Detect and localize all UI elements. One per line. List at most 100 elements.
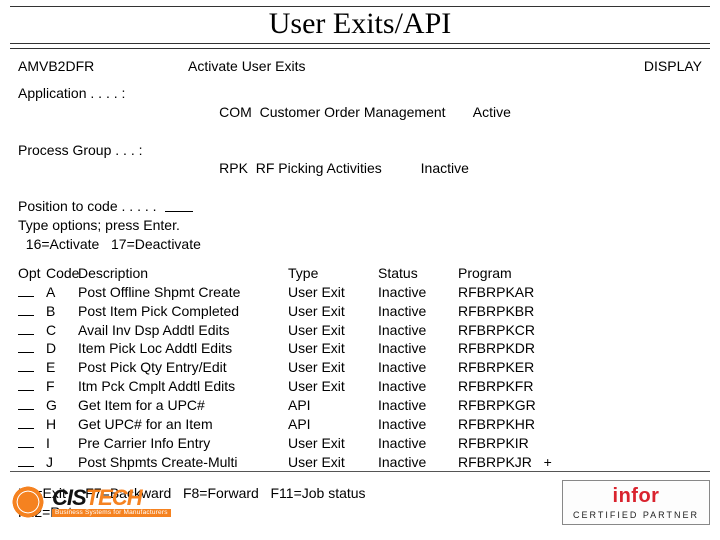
process-group-value: RPK RF Picking Activities Inactive xyxy=(188,141,469,198)
opt-cell xyxy=(18,453,46,472)
opt-input[interactable] xyxy=(18,284,34,297)
table-row: CAvail Inv Dsp Addtl EditsUser ExitInact… xyxy=(18,321,702,340)
instruction-line-2: 16=Activate 17=Deactivate xyxy=(18,235,702,254)
infor-subtitle: CERTIFIED PARTNER xyxy=(573,510,699,520)
type-cell: API xyxy=(288,415,378,434)
table-row: DItem Pick Loc Addtl EditsUser ExitInact… xyxy=(18,339,702,358)
opt-input[interactable] xyxy=(18,435,34,448)
status-cell: Inactive xyxy=(378,415,458,434)
context-block: Application . . . . : COM Customer Order… xyxy=(18,84,702,254)
program-cell: RFBRPKER xyxy=(458,358,588,377)
type-cell: User Exit xyxy=(288,434,378,453)
type-cell: User Exit xyxy=(288,377,378,396)
code-cell: E xyxy=(46,358,78,377)
opt-cell xyxy=(18,434,46,453)
type-cell: User Exit xyxy=(288,302,378,321)
table-row: EPost Pick Qty Entry/EditUser ExitInacti… xyxy=(18,358,702,377)
application-desc: Customer Order Management xyxy=(260,104,446,120)
col-code: Code xyxy=(46,264,78,283)
application-value: COM Customer Order Management Active xyxy=(188,84,511,141)
position-input[interactable] xyxy=(165,197,193,212)
screen-header: AMVB2DFR Activate User Exits DISPLAY xyxy=(18,57,702,76)
code-cell: D xyxy=(46,339,78,358)
application-status: Active xyxy=(473,104,511,120)
table-row: BPost Item Pick CompletedUser ExitInacti… xyxy=(18,302,702,321)
divider xyxy=(10,48,710,49)
screen-mode: DISPLAY xyxy=(612,57,702,76)
opt-input[interactable] xyxy=(18,359,34,372)
type-cell: User Exit xyxy=(288,453,378,472)
col-desc: Description xyxy=(78,264,288,283)
infor-logo: infor CERTIFIED PARTNER xyxy=(562,480,710,525)
program-cell: RFBRPKJR + xyxy=(458,453,588,472)
program-id: AMVB2DFR xyxy=(18,57,178,76)
infor-name: infor xyxy=(613,485,660,508)
opt-input[interactable] xyxy=(18,322,34,335)
cistech-name: CISTECH xyxy=(52,487,171,509)
code-cell: A xyxy=(46,283,78,302)
desc-cell: Post Pick Qty Entry/Edit xyxy=(78,358,288,377)
code-cell: C xyxy=(46,321,78,340)
program-cell: RFBRPKIR xyxy=(458,434,588,453)
status-cell: Inactive xyxy=(378,453,458,472)
opt-input[interactable] xyxy=(18,303,34,316)
desc-cell: Get Item for a UPC# xyxy=(78,396,288,415)
opt-input[interactable] xyxy=(18,454,34,467)
process-group-code: RPK xyxy=(219,160,248,176)
col-type: Type xyxy=(288,264,378,283)
opt-cell xyxy=(18,283,46,302)
col-status: Status xyxy=(378,264,458,283)
desc-cell: Pre Carrier Info Entry xyxy=(78,434,288,453)
status-cell: Inactive xyxy=(378,321,458,340)
type-cell: User Exit xyxy=(288,283,378,302)
status-cell: Inactive xyxy=(378,358,458,377)
col-opt: Opt xyxy=(18,264,46,283)
opt-cell xyxy=(18,321,46,340)
code-cell: J xyxy=(46,453,78,472)
cistech-tagline: Business Systems for Manufacturers xyxy=(52,509,171,518)
opt-input[interactable] xyxy=(18,378,34,391)
opt-cell xyxy=(18,339,46,358)
position-label: Position to code . . . . . xyxy=(18,197,157,216)
table-row: JPost Shpmts Create-MultiUser ExitInacti… xyxy=(18,453,702,472)
slide-title: User Exits/API xyxy=(269,7,452,40)
status-cell: Inactive xyxy=(378,377,458,396)
code-cell: G xyxy=(46,396,78,415)
opt-cell xyxy=(18,396,46,415)
opt-input[interactable] xyxy=(18,397,34,410)
type-cell: User Exit xyxy=(288,358,378,377)
table-row: IPre Carrier Info EntryUser ExitInactive… xyxy=(18,434,702,453)
process-group-label: Process Group . . . : xyxy=(18,141,188,198)
screen-title: Activate User Exits xyxy=(178,57,612,76)
cistech-burst-icon xyxy=(10,484,46,520)
status-cell: Inactive xyxy=(378,396,458,415)
instructions: Type options; press Enter. 16=Activate 1… xyxy=(18,216,702,254)
opt-cell xyxy=(18,377,46,396)
code-cell: H xyxy=(46,415,78,434)
list-body: APost Offline Shpmt CreateUser ExitInact… xyxy=(18,283,702,472)
desc-cell: Post Offline Shpmt Create xyxy=(78,283,288,302)
status-cell: Inactive xyxy=(378,302,458,321)
code-cell: I xyxy=(46,434,78,453)
application-code: COM xyxy=(219,104,252,120)
desc-cell: Itm Pck Cmplt Addtl Edits xyxy=(78,377,288,396)
status-cell: Inactive xyxy=(378,434,458,453)
opt-cell xyxy=(18,415,46,434)
table-row: GGet Item for a UPC#APIInactiveRFBRPKGR xyxy=(18,396,702,415)
table-row: APost Offline Shpmt CreateUser ExitInact… xyxy=(18,283,702,302)
table-row: FItm Pck Cmplt Addtl EditsUser ExitInact… xyxy=(18,377,702,396)
code-cell: B xyxy=(46,302,78,321)
application-row: Application . . . . : COM Customer Order… xyxy=(18,84,702,141)
desc-cell: Post Shpmts Create-Multi xyxy=(78,453,288,472)
cistech-logo: CISTECH Business Systems for Manufacture… xyxy=(10,484,171,520)
process-group-status: Inactive xyxy=(421,160,469,176)
desc-cell: Avail Inv Dsp Addtl Edits xyxy=(78,321,288,340)
program-cell: RFBRPKDR xyxy=(458,339,588,358)
instruction-line-1: Type options; press Enter. xyxy=(18,216,702,235)
desc-cell: Get UPC# for an Item xyxy=(78,415,288,434)
opt-input[interactable] xyxy=(18,340,34,353)
col-program: Program xyxy=(458,264,588,283)
opt-input[interactable] xyxy=(18,416,34,429)
terminal-screen: AMVB2DFR Activate User Exits DISPLAY App… xyxy=(0,55,720,521)
program-cell: RFBRPKHR xyxy=(458,415,588,434)
